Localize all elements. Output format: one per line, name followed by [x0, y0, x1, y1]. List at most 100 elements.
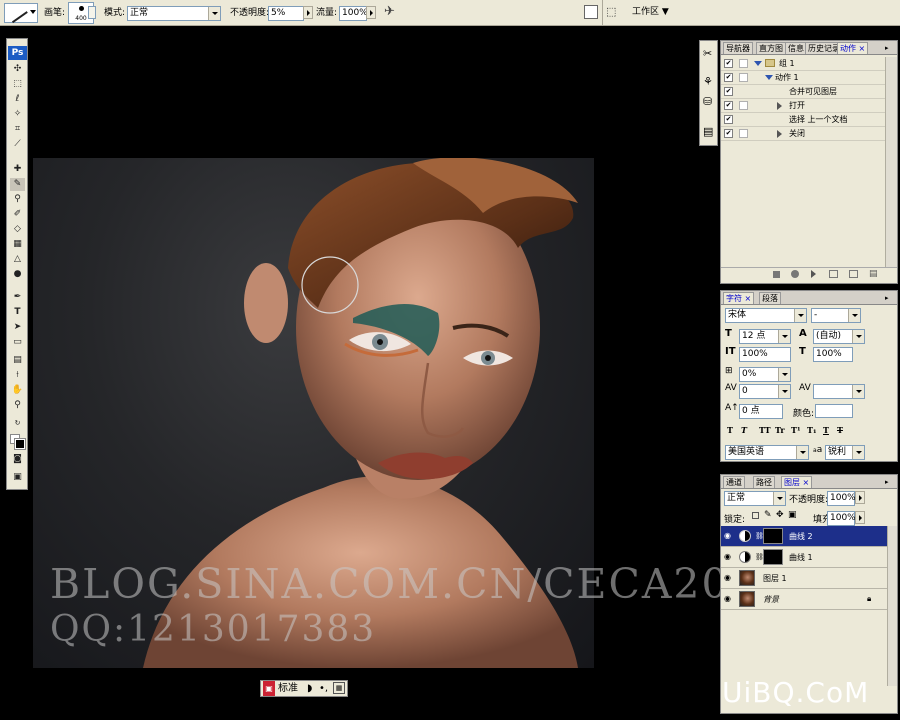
workspace-icon[interactable]: ⬚: [606, 4, 624, 20]
opacity-input[interactable]: 5%: [268, 6, 304, 21]
check-icon[interactable]: ✔: [724, 101, 733, 110]
photoshop-logo[interactable]: Ps: [8, 46, 27, 60]
airbrush-icon[interactable]: ✈: [384, 4, 400, 20]
layer-mask-thumbnail[interactable]: [763, 549, 783, 565]
eye-icon[interactable]: ◉: [724, 532, 734, 540]
tab-actions[interactable]: 动作 ×: [837, 42, 869, 54]
all-caps-button[interactable]: TT: [759, 425, 771, 435]
mode-select[interactable]: 正常: [127, 6, 221, 21]
notes-tool-icon[interactable]: ▤: [10, 354, 25, 367]
layer-thumbnail[interactable]: [739, 570, 755, 586]
underline-button[interactable]: T: [823, 425, 829, 435]
check-icon[interactable]: ✔: [724, 73, 733, 82]
flow-input[interactable]: 100%: [339, 6, 368, 21]
horizontal-scale-input[interactable]: 100%: [813, 347, 853, 362]
layer-thumbnail[interactable]: [739, 591, 755, 607]
ime-mode[interactable]: 标准: [278, 681, 298, 696]
swap-colors-icon[interactable]: ↻: [10, 417, 25, 430]
tool-preset-picker[interactable]: [4, 2, 38, 24]
layer-opacity-slider-button[interactable]: [855, 491, 865, 504]
brush-tool-icon[interactable]: ✎: [10, 178, 25, 191]
foreground-color-swatch[interactable]: [14, 438, 26, 450]
check-icon[interactable]: ✔: [724, 115, 733, 124]
text-color-swatch[interactable]: [815, 404, 853, 418]
healing-brush-tool-icon[interactable]: ✚: [10, 163, 25, 176]
action-row[interactable]: ✔ 动作 1: [721, 71, 885, 85]
soft-keyboard-icon[interactable]: ▦: [333, 682, 345, 694]
action-row[interactable]: ✔ 打开: [721, 99, 885, 113]
lock-all-icon[interactable]: ▣: [788, 510, 797, 520]
eyedropper-tool-icon[interactable]: ⟊: [10, 369, 25, 382]
panel-menu-icon[interactable]: ▸: [885, 478, 889, 486]
check-icon[interactable]: ✔: [724, 87, 733, 96]
dialog-toggle[interactable]: [739, 101, 748, 110]
layer-opacity-input[interactable]: 100%: [827, 491, 856, 506]
action-row[interactable]: ✔ 组 1: [721, 57, 885, 71]
dialog-toggle[interactable]: [739, 59, 748, 68]
tracking-select[interactable]: [813, 384, 865, 399]
new-action-icon[interactable]: [849, 270, 858, 278]
layer-row-layer-1[interactable]: ◉ 图层 1: [721, 568, 887, 589]
brush-picker-arrow[interactable]: [88, 6, 96, 19]
layer-row-curves-1[interactable]: ◉ ⛓ 曲线 1: [721, 547, 887, 568]
baseline-shift-input[interactable]: 0 点: [739, 404, 783, 419]
zoom-tool-icon[interactable]: ⚲: [10, 399, 25, 412]
kerning-select[interactable]: 0: [739, 384, 791, 399]
clone-stamp-tool-icon[interactable]: ⚲: [10, 193, 25, 206]
leading-select[interactable]: (自动): [813, 329, 865, 344]
flow-slider-button[interactable]: [366, 6, 376, 19]
eraser-tool-icon[interactable]: ◇: [10, 223, 25, 236]
tracking-scale-select[interactable]: 0%: [739, 367, 791, 382]
tab-character[interactable]: 字符 ×: [723, 292, 755, 304]
magic-wand-tool-icon[interactable]: ✧: [10, 108, 25, 121]
expand-icon[interactable]: [765, 75, 773, 80]
gradient-tool-icon[interactable]: ▦: [10, 238, 25, 251]
fill-input[interactable]: 100%: [827, 511, 856, 526]
font-style-select[interactable]: -: [811, 308, 861, 323]
close-icon[interactable]: ×: [745, 294, 752, 303]
play-icon[interactable]: [811, 270, 816, 278]
new-set-icon[interactable]: [829, 270, 838, 278]
layer-row-background[interactable]: ◉ 背景 🔒︎: [721, 589, 887, 610]
eye-icon[interactable]: ◉: [724, 574, 734, 582]
type-tool-icon[interactable]: T: [10, 306, 25, 319]
brushes-palette-icon[interactable]: ⚘: [703, 75, 713, 88]
quick-mask-icon[interactable]: ◙: [10, 453, 25, 466]
record-icon[interactable]: [791, 270, 799, 278]
stop-icon[interactable]: [773, 271, 780, 278]
opacity-slider-button[interactable]: [303, 6, 313, 19]
lock-pixels-icon[interactable]: ✎: [764, 510, 772, 520]
layers-scrollbar[interactable]: [887, 526, 897, 686]
tab-info[interactable]: 信息: [785, 42, 807, 54]
subscript-button[interactable]: T₁: [807, 425, 816, 435]
check-icon[interactable]: ✔: [724, 129, 733, 138]
half-width-icon[interactable]: ◗: [307, 681, 312, 696]
punctuation-icon[interactable]: •,: [319, 681, 328, 696]
font-family-select[interactable]: 宋体: [725, 308, 807, 323]
antialias-select[interactable]: 锐利: [825, 445, 865, 460]
clone-palette-icon[interactable]: ⛁: [703, 95, 712, 108]
expand-icon[interactable]: [777, 130, 782, 138]
lock-transparency-icon[interactable]: [752, 512, 759, 519]
strikethrough-button[interactable]: T: [837, 425, 843, 435]
language-select[interactable]: 美国英语: [725, 445, 809, 460]
tools-palette-icon[interactable]: ✂: [703, 47, 712, 60]
screen-mode-icon[interactable]: ▣: [10, 471, 25, 484]
pen-tool-icon[interactable]: ✒: [10, 291, 25, 304]
delete-icon[interactable]: ▤: [869, 269, 878, 279]
tab-channels[interactable]: 通道: [723, 476, 745, 488]
layer-comps-icon[interactable]: ▤: [703, 125, 713, 138]
faux-italic-button[interactable]: T: [741, 425, 747, 435]
tab-paths[interactable]: 路径: [753, 476, 775, 488]
layer-row-curves-2[interactable]: ◉ ⛓ 曲线 2: [721, 526, 887, 547]
tab-paragraph[interactable]: 段落: [759, 292, 781, 304]
hand-tool-icon[interactable]: ✋: [10, 384, 25, 397]
blend-mode-select[interactable]: 正常: [724, 491, 786, 506]
dodge-tool-icon[interactable]: ●: [10, 268, 25, 281]
layer-mask-thumbnail[interactable]: [763, 528, 783, 544]
font-size-select[interactable]: 12 点: [739, 329, 791, 344]
small-caps-button[interactable]: Tr: [775, 425, 785, 435]
eye-icon[interactable]: ◉: [724, 595, 734, 603]
actions-scrollbar[interactable]: [885, 57, 897, 267]
dialog-toggle[interactable]: [739, 73, 748, 82]
